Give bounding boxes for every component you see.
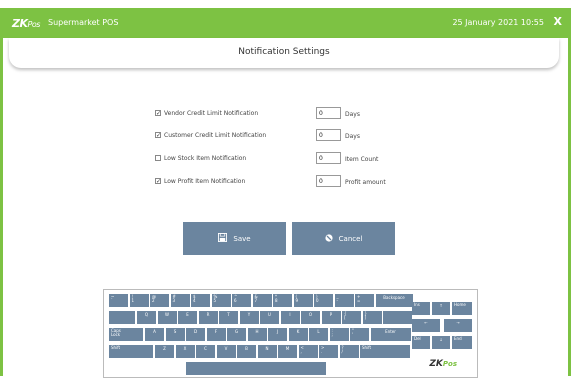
- key-n[interactable]: N: [257, 345, 277, 358]
- cancel-button[interactable]: Cancel: [292, 222, 395, 255]
- key-e[interactable]: E: [178, 311, 197, 324]
- ins-key[interactable]: Ins: [412, 302, 430, 315]
- low-profit-amount-input[interactable]: 0: [316, 175, 341, 187]
- key-{[[interactable]: { [: [342, 311, 361, 324]
- key-row1-8[interactable]: * 8: [273, 294, 292, 307]
- zkpos-logo: ZKPos: [12, 17, 40, 30]
- key-<,[interactable]: < ,: [298, 345, 318, 358]
- key-c[interactable]: C: [196, 345, 215, 358]
- close-button[interactable]: X: [554, 15, 562, 28]
- key-x[interactable]: X: [175, 345, 195, 358]
- key-row1-12[interactable]: + =: [355, 294, 374, 307]
- caps-lock-key[interactable]: Caps Lock: [109, 328, 143, 341]
- app-name: Supermarket POS: [48, 18, 119, 27]
- save-label: Save: [233, 234, 251, 243]
- key-g[interactable]: G: [227, 328, 246, 341]
- setting-unit: Days: [345, 133, 360, 140]
- key-t[interactable]: T: [219, 311, 238, 324]
- key-row1-2[interactable]: @ 2: [150, 294, 169, 307]
- key-h[interactable]: H: [247, 328, 267, 341]
- key-w[interactable]: W: [157, 311, 177, 324]
- left-arrow-key[interactable]: ←: [412, 319, 440, 332]
- space-key[interactable]: [186, 362, 326, 375]
- onscreen-keyboard: ZKPos ~ `! 1 @ 2 # 3 $ 4% 5 ^ 6 & 7 * 8( 9) 0 _…: [103, 289, 478, 378]
- key-d[interactable]: D: [186, 328, 205, 341]
- end-key[interactable]: End: [452, 336, 472, 349]
- key-row1-6[interactable]: ^ 6: [232, 294, 251, 307]
- page-title: Notification Settings: [238, 47, 330, 57]
- key-"'[interactable]: " ': [350, 328, 369, 341]
- home-key[interactable]: Home: [452, 302, 472, 315]
- right-arrow-key[interactable]: →: [444, 319, 472, 332]
- setting-label: Customer Credit Limit Notification: [164, 132, 267, 139]
- setting-label: Low Stock Item Notification: [164, 155, 247, 162]
- key-y[interactable]: Y: [239, 311, 259, 324]
- low-stock-checkbox[interactable]: [155, 155, 161, 161]
- key-row1-1[interactable]: ! 1: [129, 294, 149, 307]
- customer-credit-days-input[interactable]: 0: [316, 129, 341, 141]
- save-icon: [218, 233, 228, 244]
- del-key[interactable]: Del: [412, 336, 430, 349]
- shift-left-key[interactable]: Shift: [109, 345, 153, 358]
- vendor-credit-days-input[interactable]: 0: [316, 107, 341, 119]
- setting-row-customer-credit: ✓ Customer Credit Limit Notification 0 D…: [155, 129, 395, 143]
- backspace-key[interactable]: Backspace: [375, 294, 413, 307]
- setting-row-vendor-credit: ✓ Vendor Credit Limit Notification 0 Day…: [155, 107, 395, 121]
- app-header: ZKPos Supermarket POS 25 January 2021 10…: [0, 8, 571, 38]
- setting-label: Low Profit Item Notification: [164, 178, 246, 185]
- key-}][interactable]: } ]: [362, 311, 382, 324]
- key-l[interactable]: L: [309, 328, 328, 341]
- key-row1-3[interactable]: # 3: [170, 294, 190, 307]
- title-card: Notification Settings: [9, 38, 559, 68]
- key-j[interactable]: J: [268, 328, 287, 341]
- keyboard-brand-logo: ZKPos: [429, 359, 457, 369]
- setting-unit: Item Count: [345, 156, 379, 163]
- key-:;[interactable]: : ;: [329, 328, 349, 341]
- shift-right-key[interactable]: Shift: [360, 345, 410, 358]
- vendor-credit-checkbox[interactable]: ✓: [155, 110, 161, 117]
- key-row1-11[interactable]: _ -: [334, 294, 354, 307]
- key-v[interactable]: V: [216, 345, 236, 358]
- setting-row-low-stock: Low Stock Item Notification 0 Item Count: [155, 152, 395, 166]
- key-row1-5[interactable]: % 5: [211, 294, 231, 307]
- key-u[interactable]: U: [260, 311, 279, 324]
- backslash-key[interactable]: [383, 311, 412, 324]
- setting-label: Vendor Credit Limit Notification: [164, 110, 259, 117]
- key-row1-10[interactable]: ) 0: [314, 294, 333, 307]
- cancel-icon: [325, 233, 333, 244]
- enter-key[interactable]: Enter: [370, 328, 411, 341]
- cancel-label: Cancel: [338, 234, 363, 243]
- setting-row-low-profit: ✓ Low Profit Item Notification 0 Profit …: [155, 175, 395, 189]
- key-?/[interactable]: ? /: [339, 345, 359, 358]
- key-f[interactable]: F: [206, 328, 226, 341]
- key-o[interactable]: O: [301, 311, 320, 324]
- key-q[interactable]: Q: [137, 311, 156, 324]
- key-row1-9[interactable]: ( 9: [293, 294, 313, 307]
- key-b[interactable]: B: [237, 345, 256, 358]
- setting-unit: Days: [345, 111, 360, 118]
- key-p[interactable]: P: [321, 311, 341, 324]
- key-a[interactable]: A: [145, 328, 164, 341]
- setting-unit: Profit amount: [345, 179, 386, 186]
- key-i[interactable]: I: [280, 311, 300, 324]
- low-profit-checkbox[interactable]: ✓: [155, 178, 161, 185]
- low-stock-count-input[interactable]: 0: [316, 152, 341, 164]
- datetime-display: 25 January 2021 10:55: [452, 18, 544, 27]
- key-r[interactable]: R: [198, 311, 218, 324]
- customer-credit-checkbox[interactable]: ✓: [155, 132, 161, 139]
- key-s[interactable]: S: [165, 328, 185, 341]
- key-m[interactable]: M: [278, 345, 297, 358]
- key->.[interactable]: > .: [319, 345, 338, 358]
- down-arrow-key[interactable]: ↓: [432, 336, 450, 349]
- key-row1-7[interactable]: & 7: [252, 294, 272, 307]
- tab-key[interactable]: [109, 311, 135, 324]
- key-row1-0[interactable]: ~ `: [109, 294, 128, 307]
- key-z[interactable]: Z: [155, 345, 174, 358]
- key-row1-4[interactable]: $ 4: [191, 294, 210, 307]
- up-arrow-key[interactable]: ↑: [432, 302, 450, 315]
- key-k[interactable]: K: [288, 328, 308, 341]
- save-button[interactable]: Save: [183, 222, 286, 255]
